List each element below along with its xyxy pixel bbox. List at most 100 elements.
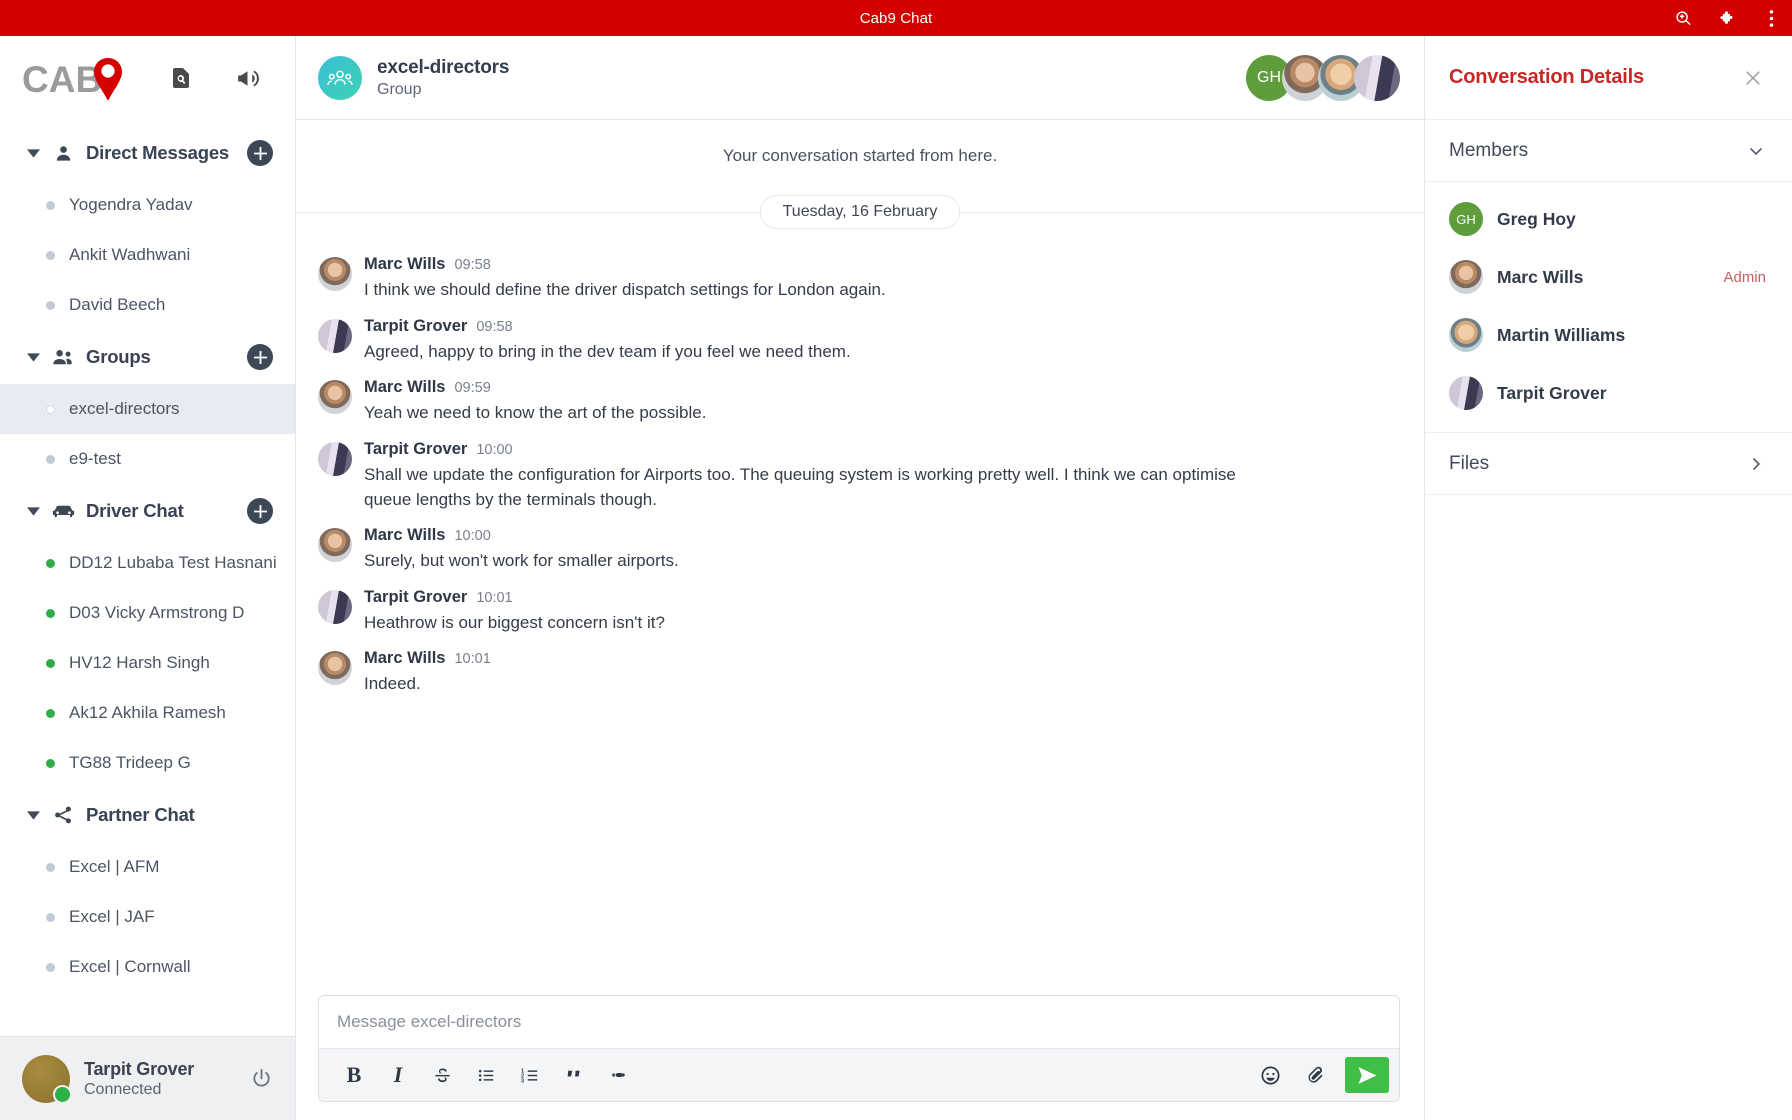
emoji-button[interactable]	[1251, 1056, 1289, 1094]
avatar[interactable]	[318, 589, 352, 624]
sidebar-item-excel-afm[interactable]: Excel | AFM	[0, 842, 295, 892]
sidebar-item-hv12-harsh-singh[interactable]: HV12 Harsh Singh	[0, 638, 295, 688]
chevron-down-icon	[26, 352, 40, 362]
message-time: 09:59	[454, 380, 491, 397]
list-item[interactable]: GH Greg Hoy	[1425, 190, 1792, 248]
presence-dot	[46, 300, 55, 310]
conversation-start-notice: Your conversation started from here.	[722, 146, 998, 165]
document-search-icon[interactable]	[166, 63, 196, 93]
presence-dot	[46, 404, 55, 414]
avatar[interactable]	[22, 1054, 72, 1104]
group-people-icon	[318, 55, 362, 100]
bold-button[interactable]: B	[335, 1056, 373, 1094]
presence-dot	[46, 200, 55, 210]
files-section-header[interactable]: Files	[1425, 433, 1792, 495]
message-body: Tarpit Grover 09:58 Agreed, happy to bri…	[364, 317, 1400, 365]
megaphone-icon[interactable]	[232, 63, 262, 93]
sidebar-item-excel-directors[interactable]: excel-directors	[0, 384, 295, 434]
sidebar-item-excel-cornwall[interactable]: Excel | Cornwall	[0, 942, 295, 992]
message-list[interactable]: Your conversation started from here. Tue…	[296, 120, 1424, 983]
italic-button[interactable]: I	[379, 1056, 417, 1094]
strikethrough-button[interactable]	[423, 1056, 461, 1094]
section-title: Driver Chat	[86, 500, 184, 521]
message-body: Tarpit Grover 10:01 Heathrow is our bigg…	[364, 588, 1400, 636]
add-direct-message-button[interactable]	[247, 140, 273, 166]
message-row: Tarpit Grover 10:01 Heathrow is our bigg…	[296, 581, 1424, 643]
list-item[interactable]: Tarpit Grover	[1425, 364, 1792, 422]
avatar	[1449, 260, 1483, 294]
details-title: Conversation Details	[1449, 66, 1644, 88]
link-button[interactable]	[599, 1056, 637, 1094]
sidebar-item-excel-jaf[interactable]: Excel | JAF	[0, 892, 295, 942]
bulleted-list-button[interactable]	[467, 1056, 505, 1094]
sidebar-item-tg88-trideep-g[interactable]: TG88 Trideep G	[0, 738, 295, 788]
sidebar-item-e9-test[interactable]: e9-test	[0, 434, 295, 484]
section-title: Partner Chat	[86, 804, 195, 825]
chat-label: Excel | JAF	[69, 907, 155, 926]
avatar[interactable]	[318, 528, 352, 563]
search-zoom-icon[interactable]	[1672, 7, 1694, 29]
message-meta: Tarpit Grover 10:00	[364, 440, 1400, 459]
avatar[interactable]	[318, 651, 352, 686]
share-icon	[50, 805, 76, 825]
blockquote-button[interactable]	[555, 1056, 593, 1094]
page-title: excel-directors	[377, 56, 510, 78]
titlebar-actions	[1672, 0, 1782, 36]
chat-label: excel-directors	[69, 399, 180, 418]
current-user-info: Tarpit Grover Connected	[84, 1059, 233, 1099]
presence-dot	[46, 454, 55, 464]
svg-text:3: 3	[521, 1078, 524, 1084]
avatar[interactable]	[318, 318, 352, 353]
overflow-menu-icon[interactable]	[1760, 7, 1782, 29]
chat-label: TG88 Trideep G	[69, 753, 191, 772]
send-button[interactable]	[1345, 1057, 1389, 1093]
numbered-list-button[interactable]: 123	[511, 1056, 549, 1094]
sidebar-item-dd12-lubaba-test-hasnani[interactable]: DD12 Lubaba Test Hasnani	[0, 538, 295, 588]
message-author: Tarpit Grover	[364, 316, 468, 335]
message-meta: Marc Wills 09:59	[364, 378, 1400, 397]
current-user-bar: Tarpit Grover Connected	[0, 1036, 295, 1120]
window-title: Cab9 Chat	[859, 9, 933, 27]
message-author: Marc Wills	[364, 526, 446, 545]
chat-header: excel-directors Group GH	[296, 36, 1424, 120]
message-author: Marc Wills	[364, 255, 446, 273]
current-user-status: Connected	[84, 1080, 162, 1098]
sidebar-item-ankit-wadhwani[interactable]: Ankit Wadhwani	[0, 230, 295, 280]
sidebar-header: CAB	[0, 36, 295, 120]
attachment-button[interactable]	[1295, 1056, 1333, 1094]
files-label: Files	[1449, 452, 1490, 474]
extension-puzzle-icon[interactable]	[1716, 7, 1738, 29]
message-text: Agreed, happy to bring in the dev team i…	[364, 341, 851, 361]
message-author: Marc Wills	[364, 378, 446, 397]
participant-avatars[interactable]: GH	[1246, 54, 1400, 101]
message-row: Marc Wills 09:58 I think we should defin…	[296, 248, 1424, 310]
sidebar-section-groups[interactable]: Groups	[0, 330, 295, 384]
list-item[interactable]: Marc Wills Admin	[1425, 248, 1792, 306]
sidebar-section-partner-chat[interactable]: Partner Chat	[0, 788, 295, 842]
avatar[interactable]	[318, 441, 352, 476]
member-name: Greg Hoy	[1497, 208, 1576, 229]
sidebar-item-ak12-akhila-ramesh[interactable]: Ak12 Akhila Ramesh	[0, 688, 295, 738]
avatar[interactable]	[1354, 54, 1400, 101]
sidebar-scroll-area[interactable]: Direct Messages Yogendra Yadav Ankit Wad…	[0, 120, 295, 1036]
sidebar-item-yogendra-yadav[interactable]: Yogendra Yadav	[0, 180, 295, 230]
chat-label: Excel | Cornwall	[69, 957, 191, 976]
sidebar-section-driver-chat[interactable]: Driver Chat	[0, 484, 295, 538]
sidebar-item-d03-vicky-armstrong-d[interactable]: D03 Vicky Armstrong D	[0, 588, 295, 638]
close-icon[interactable]	[1740, 65, 1766, 91]
list-item[interactable]: Martin Williams	[1425, 306, 1792, 364]
sidebar-section-direct-messages[interactable]: Direct Messages	[0, 126, 295, 180]
avatar[interactable]	[318, 380, 352, 415]
members-label: Members	[1449, 139, 1529, 161]
avatar[interactable]	[318, 257, 352, 291]
presence-dot	[46, 962, 55, 972]
message-input[interactable]: Message excel-directors	[319, 996, 1399, 1048]
sidebar-item-david-beech[interactable]: David Beech	[0, 280, 295, 330]
members-section-header[interactable]: Members	[1425, 120, 1792, 182]
power-icon[interactable]	[247, 1065, 275, 1093]
add-driver-chat-button[interactable]	[247, 498, 273, 524]
presence-dot	[46, 912, 55, 922]
add-group-button[interactable]	[247, 344, 273, 370]
cab9-logo: CAB	[22, 52, 130, 104]
presence-dot	[46, 608, 55, 618]
